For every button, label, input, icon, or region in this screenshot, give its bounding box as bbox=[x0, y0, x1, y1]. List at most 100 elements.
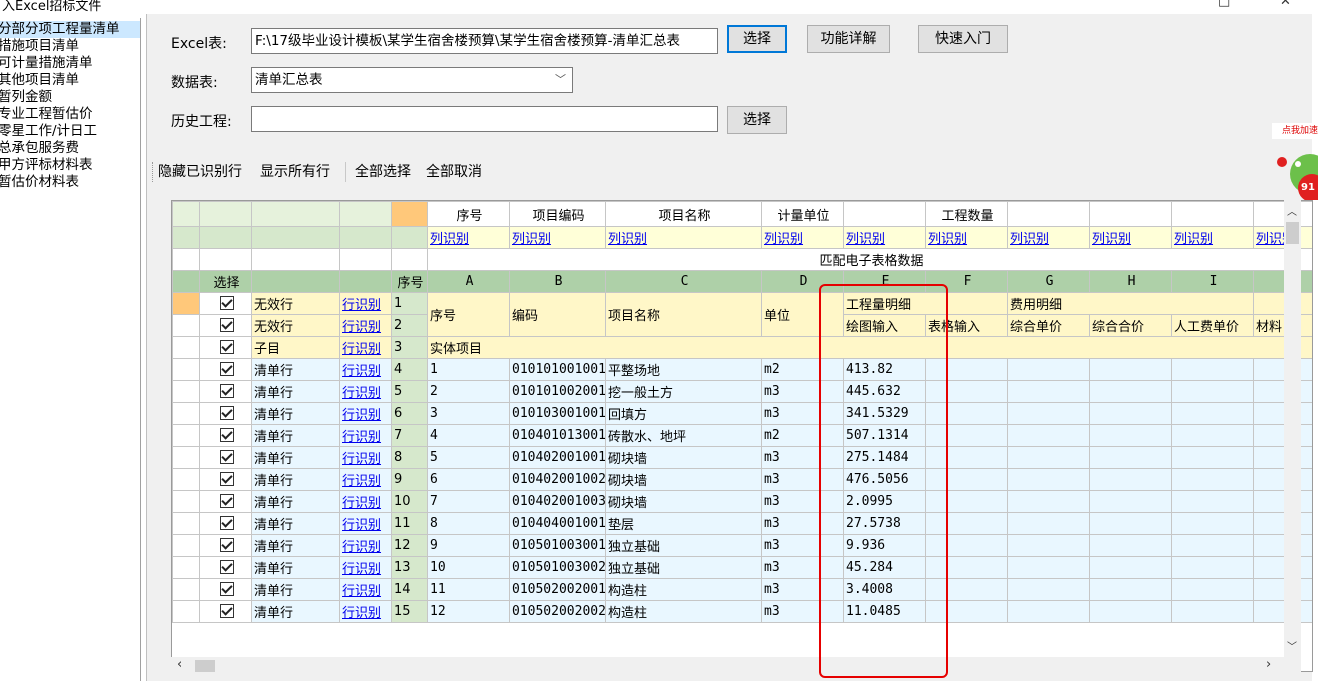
row-identify-link-text[interactable]: 行识别 bbox=[342, 408, 381, 423]
history-project-field[interactable] bbox=[251, 106, 718, 132]
tree-item[interactable]: 甲方评标材料表 bbox=[0, 157, 140, 174]
select-all-button[interactable]: 全部选择 bbox=[355, 160, 411, 184]
scroll-left-icon[interactable]: ‹ bbox=[177, 657, 182, 672]
table-row: 清单行 行识别 12 9 010501003001 独立基础 m3 9.936 bbox=[172, 534, 1312, 557]
row-identify-link-text[interactable]: 行识别 bbox=[342, 562, 381, 577]
speed-boost-widget[interactable]: 点我加速 91 bbox=[1270, 120, 1318, 200]
sheet-select[interactable]: 清单汇总表 ﹀ bbox=[251, 67, 573, 93]
row-select-checkbox[interactable] bbox=[219, 559, 234, 574]
row-identify-link-text[interactable]: 行识别 bbox=[342, 474, 381, 489]
cancel-all-button[interactable]: 全部取消 bbox=[426, 160, 482, 184]
row-select-checkbox[interactable] bbox=[219, 339, 234, 354]
scroll-up-icon[interactable]: ︿ bbox=[1287, 203, 1297, 218]
column-identify-link-text[interactable]: 列识别 bbox=[928, 232, 967, 247]
row-identify-link[interactable]: 行识别 bbox=[339, 490, 392, 513]
scroll-right-icon[interactable]: › bbox=[1266, 657, 1271, 672]
vertical-scrollbar[interactable]: ︿ ﹀ bbox=[1284, 200, 1301, 657]
horizontal-scrollbar[interactable]: ‹ › bbox=[171, 657, 1301, 674]
column-identify-link-text[interactable]: 列识别 bbox=[1174, 232, 1213, 247]
close-icon[interactable]: ✕ bbox=[1280, 0, 1291, 9]
tree-item[interactable]: 其他项目清单 bbox=[0, 72, 140, 89]
row-select-checkbox[interactable] bbox=[219, 361, 234, 376]
row-select-checkbox[interactable] bbox=[219, 317, 234, 332]
row-identify-link[interactable]: 行识别 bbox=[339, 336, 392, 359]
row-select-checkbox[interactable] bbox=[219, 471, 234, 486]
row-identify-link-text[interactable]: 行识别 bbox=[342, 540, 381, 555]
row-identify-link-text[interactable]: 行识别 bbox=[342, 518, 381, 533]
row-identify-link-text[interactable]: 行识别 bbox=[342, 364, 381, 379]
table-row: 清单行 行识别 9 6 010402001002 砌块墙 m3 476.5056 bbox=[172, 468, 1312, 491]
checkbox-cell bbox=[199, 402, 252, 425]
column-identify-link[interactable]: 列识别 bbox=[1171, 226, 1254, 249]
row-identify-link[interactable]: 行识别 bbox=[339, 292, 392, 315]
feature-detail-button[interactable]: 功能详解 bbox=[807, 25, 890, 53]
tree-item[interactable]: 零星工作/计日工 bbox=[0, 123, 140, 140]
column-identify-link[interactable]: 列识别 bbox=[1089, 226, 1172, 249]
column-identify-link-text[interactable]: 列识别 bbox=[608, 232, 647, 247]
row-identify-link[interactable]: 行识别 bbox=[339, 578, 392, 601]
letter-column-header-text: B bbox=[554, 274, 563, 289]
history-select-button[interactable]: 选择 bbox=[727, 106, 787, 134]
column-identify-link[interactable]: 列识别 bbox=[427, 226, 510, 249]
column-identify-link-text[interactable]: 列识别 bbox=[764, 232, 803, 247]
column-identify-link-text[interactable]: 列识别 bbox=[430, 232, 469, 247]
row-select-checkbox[interactable] bbox=[219, 581, 234, 596]
row-identify-link[interactable]: 行识别 bbox=[339, 314, 392, 337]
tree-item[interactable]: 暂列金额 bbox=[0, 89, 140, 106]
tree-item[interactable]: 专业工程暂估价 bbox=[0, 106, 140, 123]
row-identify-link[interactable]: 行识别 bbox=[339, 534, 392, 557]
row-identify-link-text[interactable]: 行识别 bbox=[342, 430, 381, 445]
row-identify-link[interactable]: 行识别 bbox=[339, 380, 392, 403]
column-identify-link[interactable]: 列识别 bbox=[843, 226, 926, 249]
row-select-checkbox[interactable] bbox=[219, 383, 234, 398]
vertical-scroll-thumb[interactable] bbox=[1286, 222, 1299, 244]
row-select-checkbox[interactable] bbox=[219, 493, 234, 508]
row-identify-link[interactable]: 行识别 bbox=[339, 556, 392, 579]
column-identify-link[interactable]: 列识别 bbox=[1007, 226, 1090, 249]
horizontal-scroll-thumb[interactable] bbox=[195, 660, 215, 672]
column-identify-link[interactable]: 列识别 bbox=[761, 226, 844, 249]
row-identify-link-text[interactable]: 行识别 bbox=[342, 452, 381, 467]
column-identify-link-text[interactable]: 列识别 bbox=[1092, 232, 1131, 247]
excel-select-button[interactable]: 选择 bbox=[727, 25, 787, 53]
row-select-checkbox[interactable] bbox=[219, 295, 234, 310]
row-identify-link[interactable]: 行识别 bbox=[339, 402, 392, 425]
column-identify-link[interactable]: 列识别 bbox=[509, 226, 606, 249]
data-cell-b: 010404001001 bbox=[509, 512, 606, 535]
quickstart-button[interactable]: 快速入门 bbox=[918, 25, 1008, 53]
row-identify-link[interactable]: 行识别 bbox=[339, 424, 392, 447]
tree-item[interactable]: 暂估价材料表 bbox=[0, 174, 140, 191]
row-identify-link[interactable]: 行识别 bbox=[339, 358, 392, 381]
row-select-checkbox[interactable] bbox=[219, 405, 234, 420]
row-select-checkbox[interactable] bbox=[219, 537, 234, 552]
row-select-checkbox[interactable] bbox=[219, 427, 234, 442]
column-identify-link[interactable]: 列识别 bbox=[925, 226, 1008, 249]
row-select-checkbox[interactable] bbox=[219, 603, 234, 618]
tree-item[interactable]: 措施项目清单 bbox=[0, 38, 140, 55]
column-identify-link-text[interactable]: 列识别 bbox=[846, 232, 885, 247]
show-all-button[interactable]: 显示所有行 bbox=[260, 160, 330, 184]
row-identify-link-text[interactable]: 行识别 bbox=[342, 342, 381, 357]
scroll-down-icon[interactable]: ﹀ bbox=[1287, 638, 1297, 653]
row-identify-link-text[interactable]: 行识别 bbox=[342, 496, 381, 511]
tree-item[interactable]: 分部分项工程量清单 bbox=[0, 21, 140, 38]
row-select-checkbox[interactable] bbox=[219, 515, 234, 530]
row-identify-link-text[interactable]: 行识别 bbox=[342, 584, 381, 599]
hide-identified-button[interactable]: 隐藏已识别行 bbox=[158, 160, 242, 184]
row-select-checkbox[interactable] bbox=[219, 449, 234, 464]
row-identify-link[interactable]: 行识别 bbox=[339, 446, 392, 469]
row-identify-link-text[interactable]: 行识别 bbox=[342, 386, 381, 401]
row-identify-link-text[interactable]: 行识别 bbox=[342, 320, 381, 335]
row-identify-link-text[interactable]: 行识别 bbox=[342, 298, 381, 313]
excel-path-field[interactable]: F:\17级毕业设计模板\某学生宿舍楼预算\某学生宿舍楼预算-清单汇总表 bbox=[251, 28, 718, 54]
column-identify-link-text[interactable]: 列识别 bbox=[512, 232, 551, 247]
tree-item[interactable]: 可计量措施清单 bbox=[0, 55, 140, 72]
row-identify-link[interactable]: 行识别 bbox=[339, 468, 392, 491]
column-identify-link[interactable]: 列识别 bbox=[605, 226, 762, 249]
tree-item[interactable]: 总承包服务费 bbox=[0, 140, 140, 157]
row-identify-link-text[interactable]: 行识别 bbox=[342, 606, 381, 621]
column-identify-link-text[interactable]: 列识别 bbox=[1010, 232, 1049, 247]
row-identify-link[interactable]: 行识别 bbox=[339, 600, 392, 623]
restore-icon[interactable]: □ bbox=[1218, 0, 1230, 9]
row-identify-link[interactable]: 行识别 bbox=[339, 512, 392, 535]
